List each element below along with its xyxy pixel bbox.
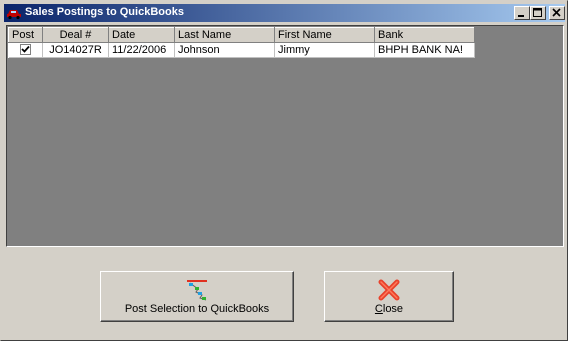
minimize-icon [518, 15, 524, 17]
post-selection-button[interactable]: Post Selection to QuickBooks [100, 271, 294, 322]
post-selection-label: Post Selection to QuickBooks [124, 303, 270, 315]
title-bar[interactable]: Sales Postings to QuickBooks [4, 4, 565, 22]
table-row[interactable]: JO14027R 11/22/2006 Johnson Jimmy BHPH B… [8, 42, 475, 58]
header-row: Post Deal # Date Last Name First Name Ba… [8, 27, 475, 43]
first-name-cell[interactable]: Jimmy [274, 42, 375, 58]
last-name-cell[interactable]: Johnson [174, 42, 275, 58]
post-checkbox[interactable] [19, 44, 31, 55]
post-cell[interactable] [8, 42, 43, 58]
bank-cell[interactable]: BHPH BANK NA! [374, 42, 475, 58]
column-header-first-name[interactable]: First Name [274, 27, 375, 43]
column-header-deal[interactable]: Deal # [42, 27, 109, 43]
close-button[interactable]: Close [324, 271, 454, 322]
maximize-icon [533, 8, 542, 17]
sales-postings-window: Sales Postings to QuickBooks Post Deal #… [0, 0, 568, 341]
postings-grid[interactable]: Post Deal # Date Last Name First Name Ba… [6, 25, 564, 247]
window-title: Sales Postings to QuickBooks [25, 6, 184, 18]
date-cell[interactable]: 11/22/2006 [108, 42, 175, 58]
column-header-date[interactable]: Date [108, 27, 175, 43]
column-header-bank[interactable]: Bank [374, 27, 475, 43]
maximize-button[interactable] [530, 6, 546, 20]
close-icon [552, 8, 561, 17]
quickbooks-post-icon [187, 280, 207, 301]
close-window-button[interactable] [549, 6, 565, 20]
red-x-icon [378, 279, 400, 301]
column-header-last-name[interactable]: Last Name [174, 27, 275, 43]
postings-table: Post Deal # Date Last Name First Name Ba… [8, 27, 475, 58]
minimize-button[interactable] [514, 6, 530, 20]
column-header-post[interactable]: Post [8, 27, 43, 43]
car-icon [7, 10, 21, 20]
checkmark-icon [21, 45, 30, 53]
deal-cell[interactable]: JO14027R [42, 42, 109, 58]
close-label: Close [374, 303, 404, 315]
